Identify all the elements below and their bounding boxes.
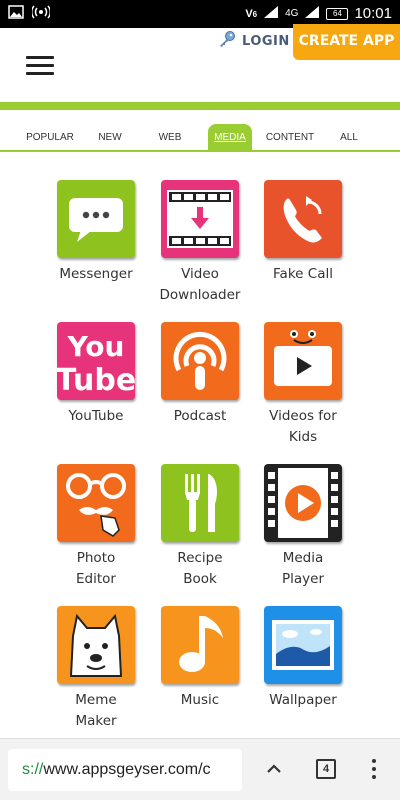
app-card-messenger[interactable]: Messenger <box>46 180 146 285</box>
app-label: Recipe Book <box>177 550 223 587</box>
app-label: Podcast <box>173 408 227 424</box>
app-card-podcast[interactable]: Podcast <box>150 322 250 427</box>
app-card-recipe-book[interactable]: Recipe Book <box>150 464 250 590</box>
app-label: YouTube <box>68 408 124 424</box>
app-card-wallpaper[interactable]: Wallpaper <box>253 606 353 711</box>
app-card-media-player[interactable]: Media Player <box>253 464 353 590</box>
music-note-icon <box>161 606 239 684</box>
image-notification-icon <box>8 5 24 22</box>
tab-content[interactable]: CONTENT <box>264 124 316 152</box>
app-card-video-downloader[interactable]: Video Downloader <box>150 180 250 306</box>
app-card-videos-for-kids[interactable]: Videos for Kids <box>253 322 353 448</box>
glasses-mustache-icon <box>57 464 135 542</box>
app-label: Photo Editor <box>76 550 116 587</box>
fork-knife-icon <box>161 464 239 542</box>
create-app-button[interactable]: CREATE APP <box>293 24 400 60</box>
tab-new[interactable]: NEW <box>92 124 128 152</box>
key-icon <box>218 30 236 52</box>
signal-icon-2 <box>304 5 320 22</box>
status-time: 10:01 <box>354 5 392 22</box>
app-label: Messenger <box>59 266 133 282</box>
phone-icon <box>264 180 342 258</box>
login-label: LOGIN <box>242 33 290 49</box>
battery-icon: 64 <box>326 7 349 20</box>
app-label: Music <box>180 692 220 708</box>
tab-underline <box>0 150 400 152</box>
tab-all[interactable]: ALL <box>334 124 364 152</box>
video-download-icon <box>161 180 239 258</box>
url-scheme: s:// <box>22 761 44 778</box>
header-divider <box>0 102 400 110</box>
kids-video-icon <box>264 322 342 400</box>
chat-bubble-icon <box>57 180 135 258</box>
film-play-icon <box>264 464 342 542</box>
app-label: Videos for Kids <box>269 408 337 445</box>
app-card-photo-editor[interactable]: Photo Editor <box>46 464 146 590</box>
app-card-fake-call[interactable]: Fake Call <box>253 180 353 285</box>
tab-switcher-button[interactable]: 4 <box>316 759 336 779</box>
tab-popular[interactable]: POPULAR <box>22 124 78 152</box>
app-label: Fake Call <box>273 266 333 282</box>
signal-icon <box>263 5 279 22</box>
hamburger-menu-icon[interactable] <box>26 56 54 76</box>
volte-icon: V6 <box>245 7 258 20</box>
doge-icon <box>57 606 135 684</box>
url-bar[interactable]: s://www.appsgeyser.com/c <box>8 749 242 791</box>
app-card-music[interactable]: Music <box>150 606 250 711</box>
app-card-meme-maker[interactable]: Meme Maker <box>46 606 146 732</box>
category-tabs: POPULAR NEW WEB MEDIA CONTENT ALL <box>0 124 400 152</box>
chevron-up-icon[interactable] <box>262 757 286 781</box>
site-header: LOGIN CREATE APP <box>0 24 400 104</box>
overflow-menu-icon[interactable] <box>368 757 380 781</box>
tab-web[interactable]: WEB <box>152 124 188 152</box>
battery-level: 64 <box>333 8 342 18</box>
youtube-logo-icon: You Tube <box>57 322 135 400</box>
app-label: Media Player <box>281 550 324 587</box>
app-label: Meme Maker <box>75 692 117 729</box>
url-host: www.appsgeyser.com/c <box>43 761 211 778</box>
app-label: Wallpaper <box>269 692 337 708</box>
app-card-youtube[interactable]: You Tube YouTube <box>46 322 146 427</box>
podcast-icon <box>161 322 239 400</box>
browser-toolbar: s://www.appsgeyser.com/c 4 <box>0 738 400 800</box>
network-type-icon: 4G <box>285 8 299 19</box>
svg-text:You: You <box>67 330 125 363</box>
svg-text:Tube: Tube <box>57 363 135 398</box>
app-label: Video Downloader <box>159 266 241 303</box>
landscape-picture-icon <box>264 606 342 684</box>
tab-media[interactable]: MEDIA <box>208 124 252 152</box>
hotspot-icon <box>30 5 52 22</box>
login-button[interactable]: LOGIN <box>218 30 290 52</box>
